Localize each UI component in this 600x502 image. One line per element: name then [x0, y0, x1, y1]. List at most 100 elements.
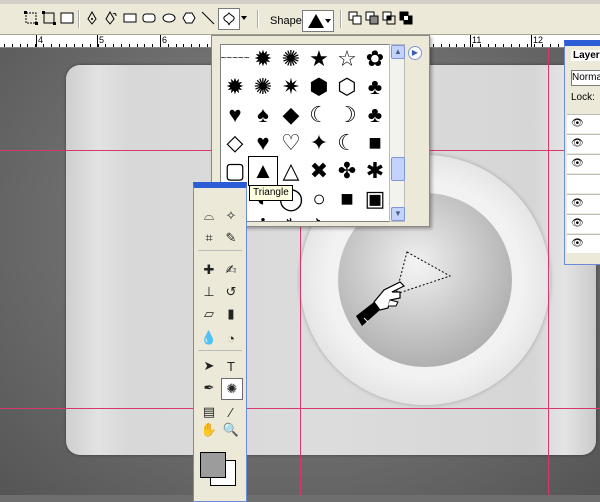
custom-shape-icon[interactable]: ✺ [221, 378, 243, 400]
shape-cell[interactable]: ■ [361, 129, 389, 157]
shape-cell[interactable]: ✦ [305, 129, 333, 157]
eyedropper-icon[interactable]: ⁄ [221, 402, 241, 422]
fill-pixels-icon[interactable] [58, 9, 76, 27]
shape-cell[interactable]: ~~~~~ [221, 45, 250, 73]
shape-cell[interactable]: ✷ [277, 73, 305, 101]
layers-tab[interactable]: Layers [571, 50, 600, 61]
blend-mode-select[interactable]: Normal [571, 70, 600, 86]
history-brush-icon[interactable]: ↺ [221, 282, 241, 302]
ellipse-icon[interactable] [160, 9, 178, 27]
shape-cell[interactable]: ✿ [361, 45, 389, 73]
clone-stamp-icon[interactable]: ⊥ [199, 282, 219, 302]
shape-cell[interactable]: ✹ [249, 45, 277, 73]
shape-cell[interactable]: ☾ [333, 129, 361, 157]
shape-cell[interactable]: ◙ [361, 213, 389, 222]
scroll-down-icon[interactable]: ▼ [391, 207, 405, 221]
custom-shape-icon[interactable] [218, 8, 240, 30]
layer-row[interactable]: 👁 [567, 154, 600, 173]
layer-row[interactable]: 👁 [567, 234, 600, 253]
scroll-up-icon[interactable]: ▲ [391, 45, 405, 59]
ruler-tick [470, 35, 471, 47]
shape-cell[interactable]: ♟ [249, 213, 277, 222]
eye-icon[interactable]: 👁 [571, 138, 584, 149]
freeform-pen-icon[interactable] [101, 9, 119, 27]
shape-layers-icon[interactable] [22, 9, 40, 27]
gradient-icon[interactable]: ▮ [221, 304, 241, 324]
eye-icon[interactable]: 👁 [571, 218, 584, 229]
ruler-tick [464, 44, 465, 47]
shape-grid-scrollbar[interactable]: ▲ ▼ [389, 44, 405, 222]
shape-cell[interactable]: ✱ [361, 157, 389, 185]
exclude-overlap-icon[interactable] [397, 9, 415, 27]
shape-cell[interactable]: ♥ [249, 129, 277, 157]
shape-cell[interactable]: ✹ [221, 73, 249, 101]
layer-row[interactable] [567, 174, 600, 193]
foreground-color-swatch[interactable] [200, 452, 226, 478]
dodge-icon[interactable]: ◔ [221, 328, 241, 348]
shape-cell[interactable]: ▣ [361, 185, 389, 213]
path-selection-icon[interactable]: ➤ [199, 356, 219, 376]
pen-icon[interactable] [83, 9, 101, 27]
shape-cell[interactable]: ◆ [277, 101, 305, 129]
shape-cell[interactable]: ★ [305, 45, 333, 73]
shape-cell[interactable]: ♣ [361, 101, 389, 129]
guide-vertical [548, 48, 549, 495]
shape-cell[interactable]: ⚫ [333, 213, 361, 222]
eye-icon[interactable]: 👁 [571, 198, 584, 209]
intersect-shape-area-icon[interactable] [380, 9, 398, 27]
shape-cell[interactable]: ▢ [221, 157, 249, 185]
shape-cell[interactable]: ▲ [248, 156, 278, 186]
ruler-tick [82, 44, 83, 47]
shape-cell[interactable]: ♡ [277, 129, 305, 157]
type-icon[interactable]: T [221, 356, 241, 376]
shape-cell[interactable]: △ [277, 157, 305, 185]
healing-brush-icon[interactable]: ✚ [199, 260, 219, 280]
layer-row[interactable]: 👁 [567, 134, 600, 153]
shape-cell[interactable]: ☽ [333, 101, 361, 129]
shape-cell[interactable]: ■ [333, 185, 361, 213]
shape-cell[interactable]: ♞ [277, 213, 305, 222]
shape-cell[interactable]: ✺ [249, 73, 277, 101]
blur-icon[interactable]: 💧 [199, 328, 219, 348]
magic-wand-icon[interactable]: ✧ [221, 206, 241, 226]
panel-menu-arrow-icon[interactable]: ▶ [408, 46, 422, 60]
eye-icon[interactable]: 👁 [571, 158, 584, 169]
shape-cell[interactable]: ⬢ [305, 73, 333, 101]
notes-icon[interactable]: ▤ [199, 402, 219, 422]
shape-cell[interactable]: ✖ [305, 157, 333, 185]
shape-cell[interactable]: ☾ [305, 101, 333, 129]
hand-icon[interactable]: ✋ [199, 420, 219, 440]
shape-cell[interactable]: ✈ [305, 213, 333, 222]
eye-icon[interactable]: 👁 [571, 238, 584, 249]
rectangle-icon[interactable] [121, 9, 139, 27]
add-to-shape-area-icon[interactable] [346, 9, 364, 27]
layer-row[interactable]: 👁 [567, 114, 600, 133]
chevron-down-icon[interactable] [240, 9, 248, 27]
brush-icon[interactable]: ✍ [221, 260, 241, 280]
shape-cell[interactable]: ✤ [333, 157, 361, 185]
shape-cell[interactable]: ♥ [221, 101, 249, 129]
shape-cell[interactable]: ☆ [333, 45, 361, 73]
eraser-icon[interactable]: ▱ [199, 304, 219, 324]
shape-cell[interactable]: ◇ [221, 129, 249, 157]
shape-cell[interactable]: ♠ [249, 101, 277, 129]
shape-picker-button[interactable] [302, 10, 334, 32]
shape-cell[interactable]: ✺ [277, 45, 305, 73]
zoom-icon[interactable]: 🔍 [221, 420, 241, 440]
crop-icon[interactable]: ⌗ [199, 228, 219, 248]
scroll-thumb[interactable] [391, 157, 405, 181]
eye-icon[interactable]: 👁 [571, 118, 584, 129]
line-icon[interactable] [199, 9, 217, 27]
shape-cell[interactable]: ♣ [361, 73, 389, 101]
polygon-icon[interactable] [180, 9, 198, 27]
layer-row[interactable]: 👁 [567, 214, 600, 233]
subtract-shape-area-icon[interactable] [363, 9, 381, 27]
pen-icon[interactable]: ✒ [199, 378, 219, 398]
paths-icon[interactable] [40, 9, 58, 27]
lasso-icon[interactable]: ⌓ [199, 206, 219, 226]
slice-icon[interactable]: ✎ [221, 228, 241, 248]
shape-cell[interactable]: ⬡ [333, 73, 361, 101]
shape-cell[interactable]: ○ [305, 185, 333, 213]
layer-row[interactable]: 👁 [567, 194, 600, 213]
rounded-rectangle-icon[interactable] [140, 9, 158, 27]
